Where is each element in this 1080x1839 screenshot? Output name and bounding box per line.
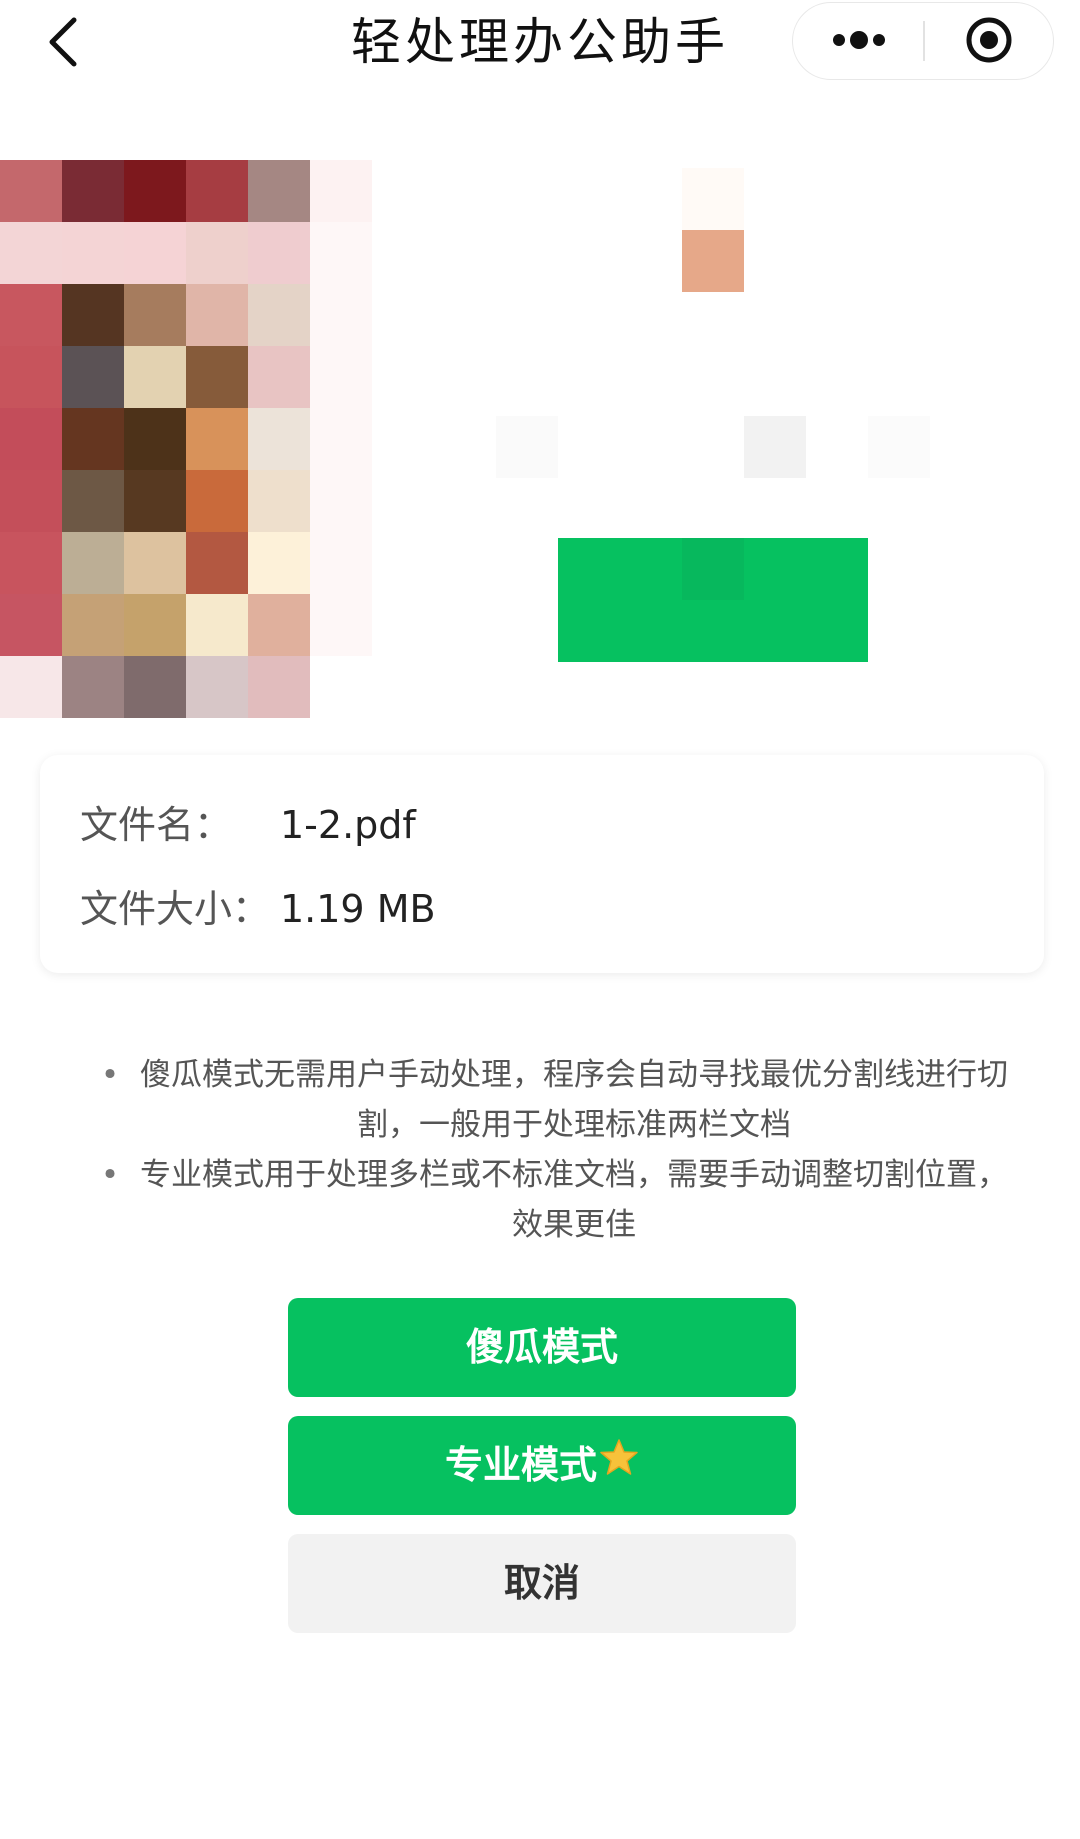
mosaic-pixel — [0, 346, 62, 408]
page: 轻处理办公助手 文件名： 1-2.pdf 文件大小： 1.19 MB • 傻瓜模… — [0, 0, 1080, 1839]
pro-mode-button[interactable]: 专业模式 — [288, 1416, 796, 1515]
mosaic-pixel — [186, 656, 248, 718]
mosaic-pixel — [124, 594, 186, 656]
description-pro-mode: 专业模式用于处理多栏或不标准文档，需要手动调整切割位置，效果更佳 — [140, 1157, 1008, 1243]
mosaic-pixel — [62, 656, 124, 718]
close-mini-program-button[interactable] — [924, 3, 1052, 78]
preview-pixel — [868, 416, 930, 478]
file-name-value: 1-2.pdf — [280, 803, 416, 847]
mosaic-pixel — [124, 160, 186, 222]
file-size-value: 1.19 MB — [280, 887, 436, 931]
mosaic-pixel — [310, 160, 372, 222]
mosaic-pixel — [62, 160, 124, 222]
mosaic-pixel — [248, 284, 310, 346]
mosaic-pixel — [0, 222, 62, 284]
description-fool-mode: 傻瓜模式无需用户手动处理，程序会自动寻找最优分割线进行切割，一般用于处理标准两栏… — [140, 1057, 1008, 1143]
mosaic-pixel — [248, 346, 310, 408]
mosaic-pixel — [62, 470, 124, 532]
mosaic-pixel — [124, 284, 186, 346]
mosaic-pixel — [248, 532, 310, 594]
mosaic-pixel — [124, 532, 186, 594]
fool-mode-button[interactable]: 傻瓜模式 — [288, 1298, 796, 1397]
mosaic-pixel — [124, 408, 186, 470]
description-item: • 专业模式用于处理多栏或不标准文档，需要手动调整切割位置，效果更佳 — [95, 1150, 1015, 1250]
cancel-label: 取消 — [503, 1561, 580, 1605]
back-button[interactable] — [30, 6, 102, 78]
mosaic-pixel — [62, 346, 124, 408]
mosaic-pixel — [124, 656, 186, 718]
mosaic-pixel — [0, 408, 62, 470]
mosaic-pixel — [248, 656, 310, 718]
mosaic-pixel — [310, 470, 372, 532]
mosaic-pixel — [248, 470, 310, 532]
mosaic-pixel — [248, 222, 310, 284]
mosaic-pixel — [124, 222, 186, 284]
bullet: • — [100, 1057, 120, 1093]
bullet: • — [100, 1157, 120, 1193]
page-title: 轻处理办公助手 — [351, 13, 729, 71]
mosaic-pixel — [124, 346, 186, 408]
preview-pixel — [744, 416, 806, 478]
mosaic-pixel — [248, 594, 310, 656]
mosaic-pixel — [62, 408, 124, 470]
preview-pixel — [682, 230, 744, 292]
star-icon — [599, 1415, 639, 1514]
mosaic-pixel — [62, 222, 124, 284]
file-info-card: 文件名： 1-2.pdf 文件大小： 1.19 MB — [40, 755, 1044, 973]
mosaic-pixel — [310, 594, 372, 656]
mosaic-pixel — [186, 222, 248, 284]
mosaic-pixel — [310, 656, 372, 718]
file-name-label: 文件名： — [80, 803, 233, 847]
record-target-icon — [966, 17, 1012, 63]
mosaic-pixel — [124, 470, 186, 532]
fool-mode-label: 傻瓜模式 — [465, 1325, 618, 1369]
more-dots-icon — [833, 31, 885, 49]
pro-mode-label: 专业模式 — [444, 1443, 597, 1487]
preview-pixel — [496, 416, 558, 478]
description-item: • 傻瓜模式无需用户手动处理，程序会自动寻找最优分割线进行切割，一般用于处理标准… — [95, 1050, 1015, 1150]
mosaic-pixel — [186, 408, 248, 470]
mode-description: • 傻瓜模式无需用户手动处理，程序会自动寻找最优分割线进行切割，一般用于处理标准… — [95, 1050, 1015, 1250]
document-preview — [0, 160, 1080, 740]
mosaic-pixel — [186, 284, 248, 346]
mosaic-pixel — [186, 532, 248, 594]
mosaic-pixel — [62, 532, 124, 594]
cancel-button[interactable]: 取消 — [288, 1534, 796, 1633]
mosaic-pixel — [186, 594, 248, 656]
mosaic-pixel — [186, 346, 248, 408]
mosaic-pixel — [186, 160, 248, 222]
mosaic-pixel — [0, 160, 62, 222]
mosaic-pixel — [310, 222, 372, 284]
file-name-row: 文件名： 1-2.pdf — [80, 795, 416, 855]
mosaic-pixel — [310, 532, 372, 594]
mosaic-pixel — [62, 284, 124, 346]
more-button[interactable] — [793, 3, 923, 78]
mini-program-capsule — [792, 2, 1054, 80]
mosaic-pixel — [0, 594, 62, 656]
mosaic-pixel — [310, 284, 372, 346]
preview-pixel — [682, 168, 744, 230]
file-size-label: 文件大小： — [80, 887, 271, 931]
mosaic-pixel — [0, 656, 62, 718]
mosaic-pixel — [310, 408, 372, 470]
mosaic-pixel — [0, 284, 62, 346]
chevron-left-icon — [49, 17, 77, 67]
navbar: 轻处理办公助手 — [0, 0, 1080, 92]
mosaic-pixel — [62, 594, 124, 656]
mosaic-pixel — [248, 160, 310, 222]
mosaic-pixel — [0, 470, 62, 532]
mosaic-pixel — [186, 470, 248, 532]
mosaic-pixel — [248, 408, 310, 470]
mosaic-pixel — [0, 532, 62, 594]
file-size-row: 文件大小： 1.19 MB — [80, 879, 436, 939]
mosaic-pixel — [310, 346, 372, 408]
preview-pixel — [682, 538, 744, 600]
